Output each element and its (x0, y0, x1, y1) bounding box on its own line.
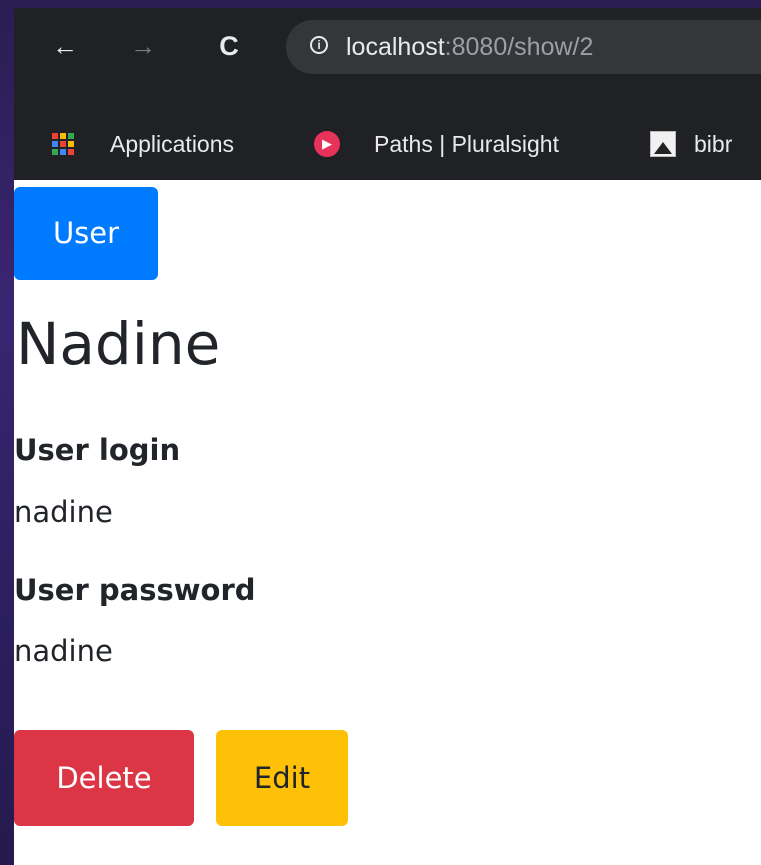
forward-icon[interactable]: → (128, 31, 158, 61)
browser-toolbar: ← → C i localhost:8080/show/2 (14, 8, 761, 108)
user-password-value: nadine (14, 634, 113, 668)
user-login-value: nadine (14, 495, 113, 529)
info-icon[interactable]: i (310, 36, 328, 54)
page-content: User Nadine User login nadine User passw… (14, 180, 761, 865)
bookmark-label: bibr (694, 131, 733, 157)
bookmark-bibr[interactable]: bibr (650, 129, 761, 159)
delete-button[interactable]: Delete (14, 730, 194, 826)
address-bar[interactable]: i localhost:8080/show/2 (286, 20, 761, 74)
browser-window: ← → C i localhost:8080/show/2 Applicatio… (14, 8, 761, 865)
bookmark-favicon-icon (650, 131, 676, 157)
page-title: Nadine (16, 310, 221, 378)
url-path: :8080/show/2 (444, 33, 594, 61)
user-button[interactable]: User (14, 187, 158, 280)
bookmarks-bar: Applications ▶ Paths | Pluralsight bibr (14, 108, 761, 181)
back-icon[interactable]: ← (50, 31, 80, 61)
reload-icon[interactable]: C (214, 31, 244, 61)
url-host: localhost (346, 33, 445, 61)
bookmark-applications[interactable]: Applications (52, 129, 274, 159)
user-login-label: User login (14, 433, 181, 467)
user-password-label: User password (14, 573, 256, 607)
bookmark-label: Applications (110, 131, 235, 157)
url-text[interactable]: localhost:8080/show/2 (346, 33, 593, 61)
apps-grid-icon (52, 133, 74, 155)
bookmark-pluralsight[interactable]: ▶ Paths | Pluralsight (314, 129, 614, 159)
edit-button[interactable]: Edit (216, 730, 348, 826)
pluralsight-icon: ▶ (314, 131, 340, 157)
bookmark-label: Paths | Pluralsight (374, 131, 559, 157)
